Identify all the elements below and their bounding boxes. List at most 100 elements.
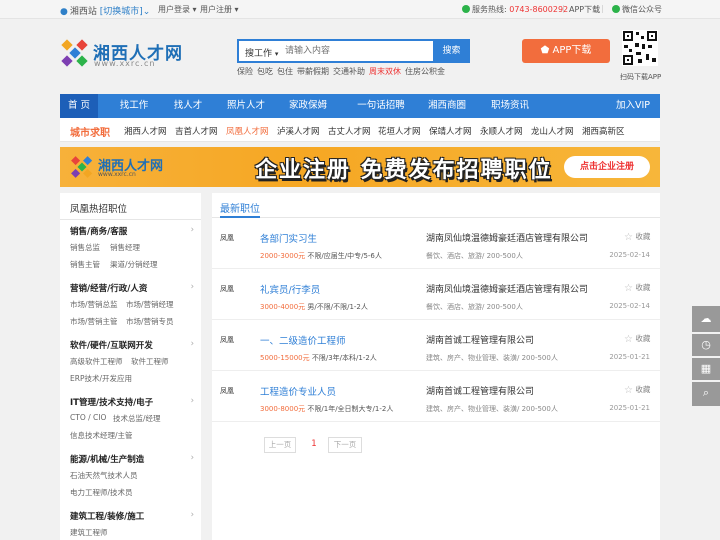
nav-home[interactable]: 首 页 (60, 94, 98, 118)
nav-business[interactable]: 湘西商圈 (421, 94, 473, 118)
category-title[interactable]: 软件/硬件/互联网开发 › (70, 339, 194, 351)
category-sub[interactable]: 销售经理 (110, 242, 140, 253)
hot-tag[interactable]: 保险 (237, 67, 253, 76)
banner-logo-url: www.xxrc.cn (98, 171, 136, 178)
register-menu[interactable]: 用户注册 ▾ (200, 4, 239, 15)
job-title-link[interactable]: 礼宾员/行李员 (260, 282, 320, 296)
city-link-current[interactable]: 凤凰人才网 (226, 125, 269, 137)
city-link[interactable]: 湘西人才网 (124, 125, 167, 137)
search-button[interactable]: 搜索 (433, 39, 470, 63)
qr-float-button[interactable]: ▦ (692, 358, 720, 380)
category-sub[interactable]: 软件工程师 (131, 356, 169, 367)
category-title[interactable]: IT管理/技术支持/电子 › (70, 396, 194, 408)
job-salary: 5000-15000元 不限/3年/本科/1-2人 (260, 354, 377, 362)
category-sub[interactable]: 高级软件工程师 (70, 356, 123, 367)
category-sub[interactable]: 市场/营销经理 (126, 299, 174, 310)
chat-float-button[interactable]: ☁ (692, 306, 720, 332)
job-title-link[interactable]: 一、二级造价工程师 (260, 333, 346, 347)
category-sub[interactable]: 信息技术经理/主管 (70, 430, 133, 441)
job-requirements: 不限/应届生/中专/5-6人 (305, 252, 382, 260)
city-link[interactable]: 龙山人才网 (531, 125, 574, 137)
city-link[interactable]: 吉首人才网 (175, 125, 218, 137)
banner-cta-button[interactable]: 点击企业注册 (564, 156, 650, 178)
category-sub[interactable]: 销售总监 (70, 242, 100, 253)
job-title-link[interactable]: 各部门实习生 (260, 231, 317, 245)
hot-tag[interactable]: 周末双休 (369, 67, 401, 76)
company-link[interactable]: 湖南首诚工程管理有限公司 (426, 384, 534, 397)
favorite-button[interactable]: ☆ 收藏 (624, 384, 650, 396)
hot-tag[interactable]: 包吃 (257, 67, 273, 76)
search-float-button[interactable]: ⌕ (692, 382, 720, 406)
category-sub[interactable]: ERP技术/开发应用 (70, 373, 132, 384)
category-sub[interactable]: 销售主管 (70, 259, 100, 270)
prev-page-button[interactable]: 上一页 (264, 437, 296, 453)
company-link[interactable]: 湖南凤仙境温德姆豪廷酒店管理有限公司 (426, 282, 588, 295)
category-sub[interactable]: 市场/营销专员 (126, 316, 174, 327)
category-title[interactable]: 建筑工程/装修/施工 › (70, 510, 194, 522)
star-icon: ☆ (624, 334, 633, 345)
company-link[interactable]: 湖南凤仙境温德姆豪廷酒店管理有限公司 (426, 231, 588, 244)
category-sub[interactable]: 石油天然气技术人员 (70, 470, 138, 481)
qr-code-icon (622, 30, 658, 66)
city-link[interactable]: 湘西高新区 (582, 125, 625, 137)
hot-tag[interactable]: 交通补助 (333, 67, 365, 76)
search-icon: ⌕ (702, 386, 710, 399)
city-link[interactable]: 永顺人才网 (480, 125, 523, 137)
login-menu[interactable]: 用户登录 ▾ (158, 4, 197, 15)
divider: | (601, 4, 604, 13)
nav-news[interactable]: 职场资讯 (484, 94, 536, 118)
phone-icon (462, 5, 470, 13)
banner-logo-icon (71, 156, 93, 178)
category-title[interactable]: 能源/机械/生产制造 › (70, 453, 194, 465)
favorite-button[interactable]: ☆ 收藏 (624, 282, 650, 294)
hot-tag[interactable]: 住房公积金 (405, 67, 445, 76)
search-type-select[interactable]: 搜工作 ▾ (245, 46, 278, 59)
nav-photo-talent[interactable]: 照片人才 (220, 94, 272, 118)
nav-find-talent[interactable]: 找人才 (163, 94, 213, 118)
city-link[interactable]: 古丈人才网 (328, 125, 371, 137)
hot-tag[interactable]: 包住 (277, 67, 293, 76)
favorite-button[interactable]: ☆ 收藏 (624, 333, 650, 345)
history-float-button[interactable]: ◷ (692, 334, 720, 356)
city-link[interactable]: 花垣人才网 (378, 125, 421, 137)
company-link[interactable]: 湖南首诚工程管理有限公司 (426, 333, 534, 346)
app-download-button[interactable]: ⬟ APP下载 (522, 39, 610, 63)
chat-icon: ☁ (700, 312, 712, 325)
job-requirements: 不限/1年/全日制大专/1-2人 (305, 405, 394, 413)
wechat-link[interactable]: 微信公众号 (612, 4, 662, 15)
category-sub[interactable]: 市场/营销总监 (70, 299, 118, 310)
register-banner[interactable]: 湘西人才网 www.xxrc.cn 企业注册 免费发布招聘职位 点击企业注册 (60, 147, 660, 187)
category-sub[interactable]: CTO / CIO (70, 413, 106, 422)
hot-tag[interactable]: 带薪假期 (297, 67, 329, 76)
nav-housekeeping[interactable]: 家政保姆 (282, 94, 334, 118)
category-construction: 建筑工程/装修/施工 › 建筑工程师 (70, 510, 194, 540)
category-sales: 销售/商务/客服 › 销售总监 销售经理 销售主管 渠道/分销经理 (70, 225, 194, 271)
nav-quick-recruit[interactable]: 一句话招聘 (349, 94, 413, 118)
search-input[interactable] (285, 42, 431, 60)
category-sub[interactable]: 市场/营销主管 (70, 316, 118, 327)
page-number-current[interactable]: 1 (308, 437, 320, 453)
category-sub[interactable]: 建筑工程师 (70, 527, 108, 538)
nav-find-job[interactable]: 找工作 (109, 94, 159, 118)
city-link[interactable]: 保靖人才网 (429, 125, 472, 137)
wechat-icon (612, 5, 620, 13)
app-download-link[interactable]: APP下载 (569, 4, 600, 15)
category-sub[interactable]: 电力工程师/技术员 (70, 487, 133, 498)
site-logo[interactable]: 湘西人才网 www.xxrc.cn (60, 38, 200, 72)
job-requirements: 男/不限/不限/1-2人 (305, 303, 368, 311)
main-nav: 首 页 找工作 找人才 照片人才 家政保姆 一句话招聘 湘西商圈 职场资讯 加入… (60, 94, 660, 118)
favorite-button[interactable]: ☆ 收藏 (624, 231, 650, 243)
category-energy: 能源/机械/生产制造 › 石油天然气技术人员 电力工程师/技术员 (70, 453, 194, 499)
job-title-link[interactable]: 工程造价专业人员 (260, 384, 336, 398)
category-sub[interactable]: 技术总监/经理 (113, 413, 161, 424)
category-marketing: 营销/经营/行政/人资 › 市场/营销总监 市场/营销经理 市场/营销主管 市场/营销专… (70, 282, 194, 328)
category-sub[interactable]: 渠道/分销经理 (110, 259, 158, 270)
switch-city-link[interactable]: [切换城市] (100, 7, 143, 17)
city-link[interactable]: 泸溪人才网 (277, 125, 320, 137)
job-row: 凤凰 工程造价专业人员 3000-8000元 不限/1年/全日制大专/1-2人 … (212, 372, 660, 422)
category-title[interactable]: 营销/经营/行政/人资 › (70, 282, 194, 294)
active-tab-indicator (220, 216, 260, 218)
category-title[interactable]: 销售/商务/客服 › (70, 225, 194, 237)
next-page-button[interactable]: 下一页 (328, 437, 362, 453)
nav-join-vip[interactable]: 加入VIP (608, 94, 658, 118)
